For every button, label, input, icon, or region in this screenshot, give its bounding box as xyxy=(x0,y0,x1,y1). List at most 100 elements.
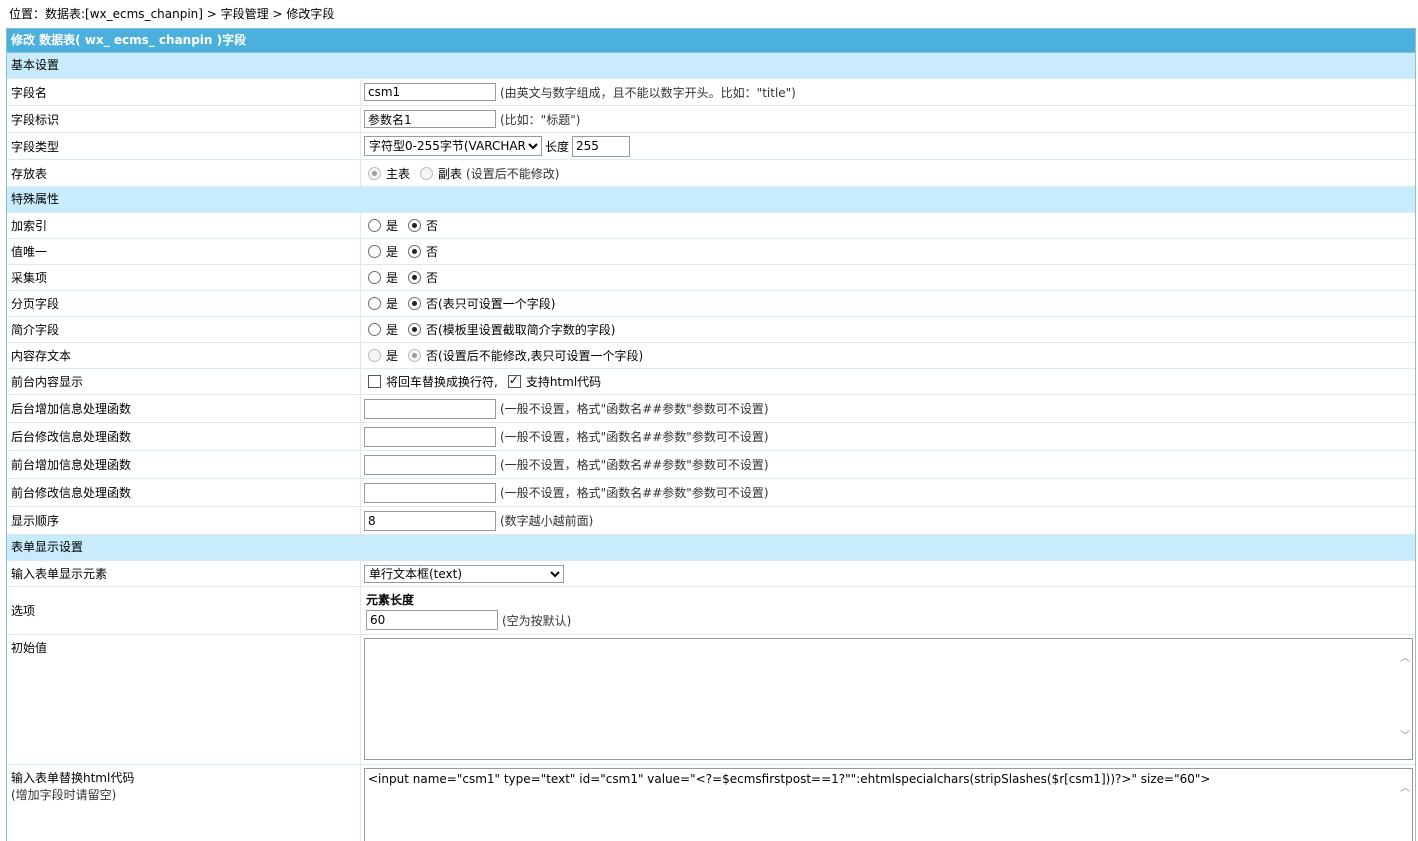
intro-label: 简介字段 xyxy=(7,317,361,342)
form-frame: 修改 数据表( wx_ ecms_ chanpin )字段 基本设置 字段名 (… xyxy=(6,28,1416,841)
paging-yes-radio[interactable] xyxy=(368,297,381,310)
row-collect: 采集项 是 否 xyxy=(7,265,1415,291)
paging-no-label: 否 xyxy=(426,297,439,311)
section-form: 表单显示设置 xyxy=(7,535,1415,561)
length-input[interactable] xyxy=(572,135,631,157)
breadcrumb: 位置：数据表:[wx_ecms_chanpin] > 字段管理 > 修改字段 xyxy=(9,7,335,21)
initial-textarea[interactable] xyxy=(364,638,1413,760)
index-yes-radio[interactable] xyxy=(368,219,381,232)
admin-add-func-label: 后台增加信息处理函数 xyxy=(7,395,361,422)
unique-no-label: 否 xyxy=(426,245,439,259)
unique-no-radio[interactable] xyxy=(408,245,422,258)
store-main-radio[interactable] xyxy=(368,166,381,180)
collect-yes-radio[interactable] xyxy=(368,271,381,284)
store-sub-label: 副表 xyxy=(438,166,463,181)
intro-yes-radio[interactable] xyxy=(368,323,381,336)
content-no-radio[interactable] xyxy=(408,349,422,362)
html-checkbox[interactable] xyxy=(507,373,521,388)
front-edit-func-label: 前台修改信息处理函数 xyxy=(7,479,361,506)
admin-edit-func-hint: (一般不设置，格式"函数名##参数"参数可不设置) xyxy=(500,430,769,444)
element-label: 输入表单显示元素 xyxy=(7,561,361,586)
page-title: 修改 数据表( wx_ ecms_ chanpin )字段 xyxy=(7,29,1415,53)
collect-no-radio[interactable] xyxy=(408,271,422,284)
order-hint: (数字越小越前面) xyxy=(500,514,594,528)
paging-no-radio[interactable] xyxy=(408,297,422,310)
newline-checkbox-label: 将回车替换成换行符, xyxy=(386,375,498,389)
length-label: 长度 xyxy=(545,139,570,154)
unique-yes-radio[interactable] xyxy=(368,245,381,258)
section-basic: 基本设置 xyxy=(7,53,1415,79)
row-field-ident: 字段标识 (比如："标题") xyxy=(7,106,1415,133)
row-field-name: 字段名 (由英文与数字组成，且不能以数字开头。比如："title") xyxy=(7,79,1415,106)
index-no-radio[interactable] xyxy=(408,219,422,232)
row-paging: 分页字段 是 否 (表只可设置一个字段) xyxy=(7,291,1415,317)
index-no-label: 否 xyxy=(426,219,439,233)
front-add-func-input[interactable] xyxy=(364,454,496,475)
unique-yes-label: 是 xyxy=(386,245,399,259)
paging-yes-label: 是 xyxy=(386,297,399,311)
row-front-add-func: 前台增加信息处理函数 (一般不设置，格式"函数名##参数"参数可不设置) xyxy=(7,451,1415,479)
content-no-label: 否 xyxy=(426,349,439,363)
collect-no-label: 否 xyxy=(426,271,439,285)
field-type-select[interactable]: 字符型0-255字节(VARCHAR) xyxy=(364,136,542,156)
store-sub-radio[interactable] xyxy=(420,166,434,180)
front-add-func-label: 前台增加信息处理函数 xyxy=(7,451,361,478)
html-code-textarea[interactable]: <input name="csm1" type="text" id="csm1"… xyxy=(364,768,1413,841)
collect-label: 采集项 xyxy=(7,265,361,290)
intro-no-radio[interactable] xyxy=(408,323,422,336)
row-options: 选项 元素长度 (空为按默认) xyxy=(7,587,1415,635)
store-hint: (设置后不能修改) xyxy=(466,166,560,181)
content-hint: (设置后不能修改,表只可设置一个字段) xyxy=(438,349,644,363)
paging-hint: (表只可设置一个字段) xyxy=(438,297,556,311)
order-input[interactable] xyxy=(364,510,496,531)
store-label: 存放表 xyxy=(7,160,361,186)
field-ident-hint: (比如："标题") xyxy=(500,112,581,127)
html-checkbox-label: 支持html代码 xyxy=(525,375,602,389)
collect-yes-label: 是 xyxy=(386,271,399,285)
paging-label: 分页字段 xyxy=(7,291,361,316)
admin-edit-func-input[interactable] xyxy=(364,426,496,447)
index-label: 加索引 xyxy=(7,213,361,238)
element-select[interactable]: 单行文本框(text) xyxy=(364,564,564,583)
row-unique: 值唯一 是 否 xyxy=(7,239,1415,265)
intro-yes-label: 是 xyxy=(386,323,399,337)
row-store: 存放表 主表 副表 (设置后不能修改) xyxy=(7,160,1415,187)
element-length-label: 元素长度 xyxy=(366,593,415,607)
front-edit-func-hint: (一般不设置，格式"函数名##参数"参数可不设置) xyxy=(500,486,769,500)
front-add-func-hint: (一般不设置，格式"函数名##参数"参数可不设置) xyxy=(500,458,769,472)
admin-edit-func-label: 后台修改信息处理函数 xyxy=(7,423,361,450)
row-initial: 初始值 ︿ ﹀ xyxy=(7,635,1415,765)
row-admin-edit-func: 后台修改信息处理函数 (一般不设置，格式"函数名##参数"参数可不设置) xyxy=(7,423,1415,451)
field-name-hint: (由英文与数字组成，且不能以数字开头。比如："title") xyxy=(500,85,796,100)
content-yes-radio[interactable] xyxy=(368,349,381,362)
row-content: 内容存文本 是 否 (设置后不能修改,表只可设置一个字段) xyxy=(7,343,1415,369)
admin-add-func-hint: (一般不设置，格式"函数名##参数"参数可不设置) xyxy=(500,402,769,416)
field-type-label: 字段类型 xyxy=(7,133,361,159)
row-admin-add-func: 后台增加信息处理函数 (一般不设置，格式"函数名##参数"参数可不设置) xyxy=(7,395,1415,423)
field-ident-input[interactable] xyxy=(364,110,496,128)
row-order: 显示顺序 (数字越小越前面) xyxy=(7,507,1415,535)
row-element: 输入表单显示元素 单行文本框(text) xyxy=(7,561,1415,587)
index-yes-label: 是 xyxy=(386,219,399,233)
front-edit-func-input[interactable] xyxy=(364,482,496,503)
scroll-down-icon[interactable]: ﹀ xyxy=(1398,727,1412,742)
field-ident-label: 字段标识 xyxy=(7,106,361,132)
content-yes-label: 是 xyxy=(386,349,399,363)
field-name-label: 字段名 xyxy=(7,79,361,105)
row-field-type: 字段类型 字符型0-255字节(VARCHAR) 长度 xyxy=(7,133,1415,160)
row-index: 加索引 是 否 xyxy=(7,213,1415,239)
html-scroll-up-icon[interactable]: ︿ xyxy=(1398,779,1412,794)
initial-label: 初始值 xyxy=(7,635,361,764)
element-length-hint: (空为按默认) xyxy=(502,613,572,628)
admin-add-func-input[interactable] xyxy=(364,398,496,419)
field-name-input[interactable] xyxy=(364,83,496,101)
scroll-up-icon[interactable]: ︿ xyxy=(1398,649,1412,664)
html-code-label: 输入表单替换html代码 xyxy=(11,771,135,785)
frontshow-label: 前台内容显示 xyxy=(7,369,361,394)
section-special: 特殊属性 xyxy=(7,187,1415,213)
order-label: 显示顺序 xyxy=(7,507,361,534)
row-html-code: 输入表单替换html代码 (增加字段时请留空) <input name="csm… xyxy=(7,765,1415,841)
row-front-edit-func: 前台修改信息处理函数 (一般不设置，格式"函数名##参数"参数可不设置) xyxy=(7,479,1415,507)
element-length-input[interactable] xyxy=(366,610,498,630)
newline-checkbox[interactable] xyxy=(368,375,381,388)
